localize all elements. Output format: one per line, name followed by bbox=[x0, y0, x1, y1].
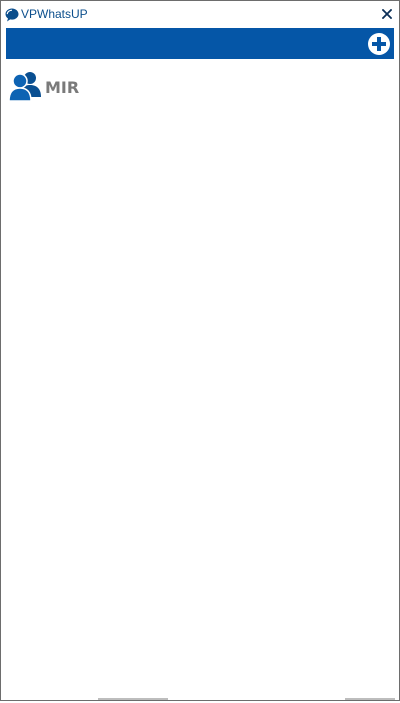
bottom-edge bbox=[1, 698, 399, 700]
close-icon bbox=[382, 9, 392, 19]
toolbar bbox=[6, 28, 394, 59]
close-button[interactable] bbox=[379, 5, 395, 23]
plus-circle-icon bbox=[368, 33, 390, 55]
contact-list: MIR bbox=[6, 67, 394, 107]
window-title: VPWhatsUP bbox=[21, 7, 88, 21]
chat-bubble-icon bbox=[4, 7, 20, 23]
app-window: VPWhatsUP MIR bbox=[0, 0, 400, 701]
scroll-hint-left bbox=[98, 698, 168, 700]
scroll-hint-right bbox=[345, 698, 395, 700]
add-contact-button[interactable] bbox=[367, 32, 391, 56]
title-bar[interactable]: VPWhatsUP bbox=[1, 1, 399, 27]
group-users-icon bbox=[8, 70, 42, 102]
contact-name: MIR bbox=[45, 78, 80, 97]
contact-item-mir[interactable]: MIR bbox=[6, 67, 394, 107]
